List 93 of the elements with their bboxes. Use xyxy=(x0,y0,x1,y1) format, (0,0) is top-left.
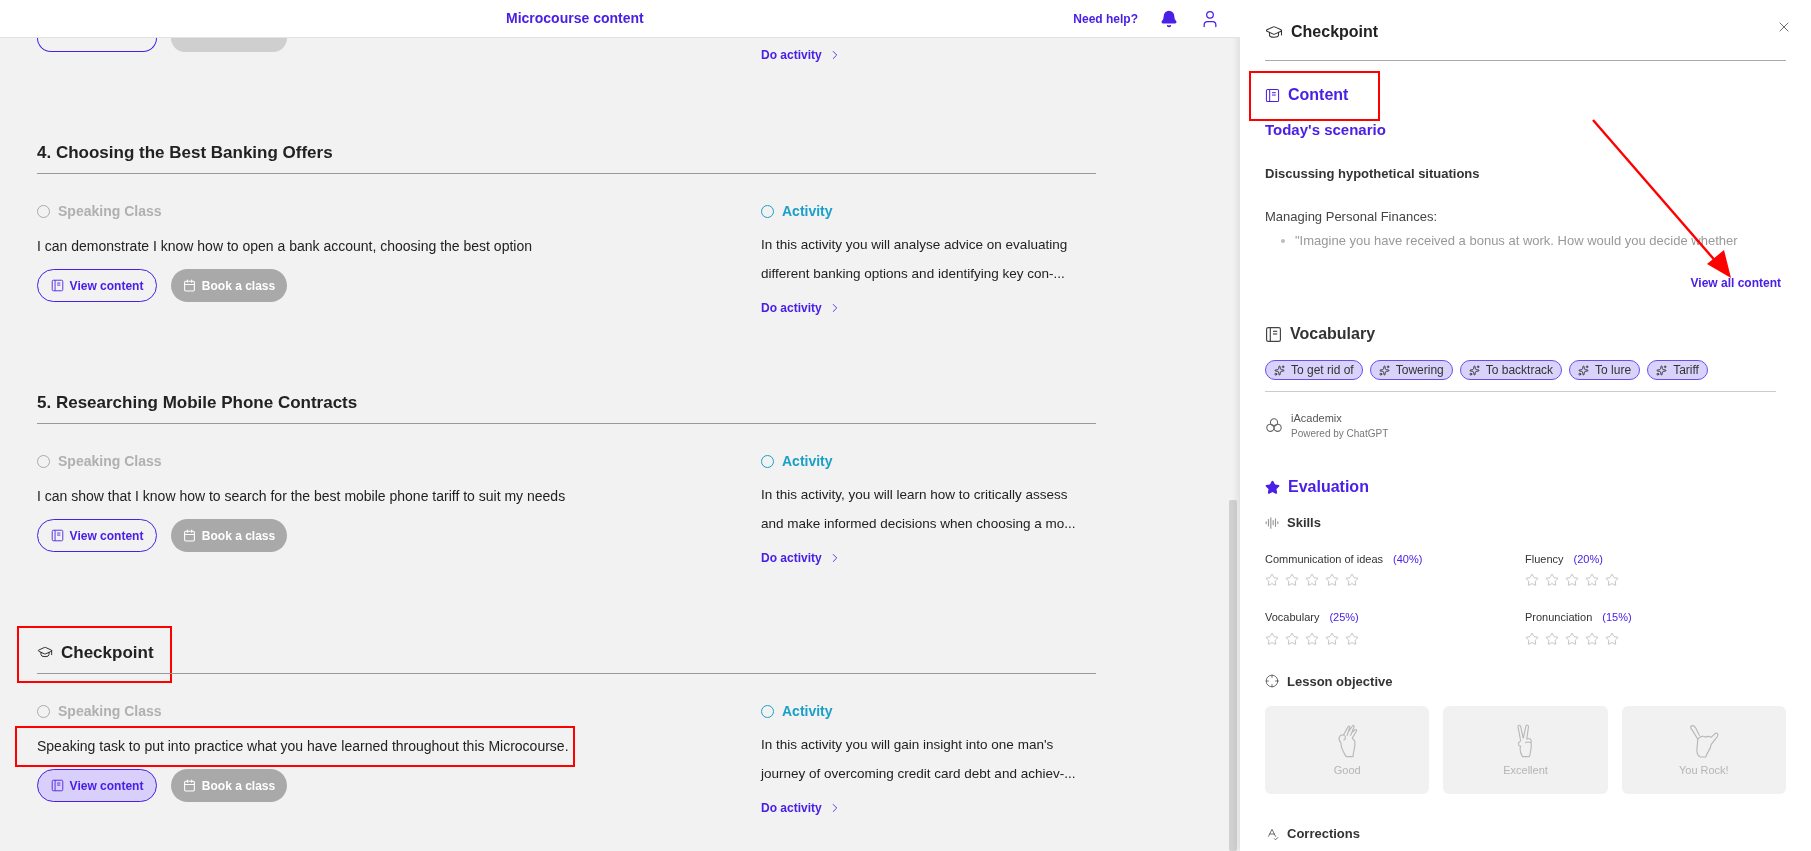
star-icon xyxy=(1585,573,1599,587)
book-class-button[interactable] xyxy=(171,38,287,52)
star-icon xyxy=(1325,573,1339,587)
corrections-heading: Corrections xyxy=(1287,825,1360,843)
sparkles-icon xyxy=(1656,364,1668,376)
activity-label: Activity xyxy=(782,451,833,471)
star-icon xyxy=(1345,631,1359,646)
star-icon xyxy=(1305,573,1319,587)
do-activity-link[interactable]: Do activity xyxy=(761,799,1101,817)
skill-name: Vocabulary xyxy=(1265,610,1320,625)
star-icon xyxy=(1525,631,1539,646)
activity-description-line: journey of overcoming credit card debt and achiev-... xyxy=(761,765,1077,783)
notebook-icon xyxy=(1265,87,1280,103)
skill-weight: (25%) xyxy=(1329,610,1359,625)
star-icon xyxy=(1525,573,1539,587)
vocabulary-chip[interactable]: Towering xyxy=(1369,360,1453,380)
section-title: 5. Researching Mobile Phone Contracts xyxy=(37,391,358,414)
sound-wave-icon xyxy=(1265,515,1279,530)
star-icon xyxy=(1285,573,1299,587)
target-icon xyxy=(1265,674,1279,689)
speaking-description: I can show that I know how to search for the best mobile phone tariff to suit my needs xyxy=(37,486,566,506)
skill-name: Fluency xyxy=(1525,551,1564,567)
do-activity-link[interactable]: Do activity xyxy=(761,299,1101,317)
page-title: Microcourse content xyxy=(506,9,644,28)
skill-name: Communication of ideas xyxy=(1265,551,1383,567)
ai-name: iAcademix xyxy=(1291,411,1343,426)
star-icon xyxy=(1605,631,1619,646)
star-icon xyxy=(1265,631,1279,646)
section-title: 4. Choosing the Best Banking Offers xyxy=(37,141,333,164)
star-icon xyxy=(1305,631,1319,646)
notebook-icon xyxy=(1265,325,1282,343)
star-icon xyxy=(1265,479,1280,495)
content-heading: Content xyxy=(1288,85,1349,105)
do-activity-link[interactable]: Do activity xyxy=(761,549,1101,567)
star-icon xyxy=(1265,573,1279,587)
star-icon xyxy=(1565,573,1579,587)
do-activity-link[interactable]: Do activity xyxy=(761,46,842,64)
section-title: Checkpoint xyxy=(61,641,154,664)
star-icon xyxy=(1285,631,1299,646)
notebook-icon xyxy=(50,279,64,292)
vocabulary-heading: Vocabulary xyxy=(1290,324,1376,344)
scenario-subtitle: Today's scenario xyxy=(1265,120,1386,140)
scrollbar-thumb[interactable] xyxy=(1229,500,1237,851)
objective-heading: Lesson objective xyxy=(1287,672,1393,691)
skill-name: Pronunciation xyxy=(1525,610,1593,625)
activity-description-line: In this activity you will analyse advice on evaluating xyxy=(761,236,1069,254)
activity-label: Activity xyxy=(782,701,833,721)
skill-weight: (40%) xyxy=(1393,551,1423,567)
ai-note: Powered by ChatGPT xyxy=(1291,427,1389,441)
scenario-intro: Managing Personal Finances: xyxy=(1265,208,1438,226)
spell-check-icon xyxy=(1265,826,1279,841)
speaking-description: I can demonstrate I know how to open a bank account, choosing the best option xyxy=(37,236,532,256)
help-link[interactable]: Need help? xyxy=(1073,9,1138,28)
skills-heading: Skills xyxy=(1287,514,1321,532)
view-all-content-link[interactable]: View all content xyxy=(1690,274,1781,292)
vocabulary-chip[interactable]: To backtrack xyxy=(1459,360,1563,380)
graduation-cap-icon xyxy=(1265,23,1283,41)
speaking-class-label: Speaking Class xyxy=(58,701,162,721)
skill-weight: (20%) xyxy=(1573,551,1603,567)
bell-icon[interactable] xyxy=(1160,9,1178,28)
knot-logo-icon xyxy=(1265,417,1283,435)
vocabulary-chip[interactable]: To get rid of xyxy=(1265,360,1363,380)
evaluation-heading: Evaluation xyxy=(1288,477,1369,497)
activity-description-line: and make informed decisions when choosing a mo... xyxy=(761,515,1077,533)
activity-description-line: In this activity, you will learn how to critically assess xyxy=(761,486,1069,504)
sparkles-icon xyxy=(1468,364,1480,376)
star-icon xyxy=(1545,573,1559,587)
speaking-class-label: Speaking Class xyxy=(58,201,162,221)
view-content-button[interactable]: View content xyxy=(37,769,157,802)
speaking-description: Speaking task to put into practice what you have learned throughout this Microcourse. xyxy=(37,736,569,756)
star-icon xyxy=(1605,573,1619,587)
star-icon xyxy=(1565,631,1579,646)
activity-description-line: In this activity you will gain insight into one man's xyxy=(761,736,1055,754)
star-icon xyxy=(1325,631,1339,646)
calendar-icon xyxy=(182,529,196,542)
vocabulary-chip[interactable]: To lure xyxy=(1569,360,1641,380)
vocabulary-chip[interactable]: Tariff xyxy=(1647,360,1708,380)
sparkles-icon xyxy=(1274,364,1285,376)
skill-weight: (15%) xyxy=(1602,610,1632,625)
sparkles-icon xyxy=(1578,364,1590,376)
panel-title: Checkpoint xyxy=(1291,22,1379,42)
scenario-topic: Discussing hypothetical situations xyxy=(1265,164,1481,183)
activity-label: Activity xyxy=(782,201,833,221)
calendar-icon xyxy=(182,779,196,792)
speaking-class-label: Speaking Class xyxy=(58,451,162,471)
star-icon xyxy=(1545,631,1559,646)
activity-description-line: different banking options and identifying key con-... xyxy=(761,265,1066,283)
notebook-icon xyxy=(50,779,64,792)
calendar-icon xyxy=(182,279,196,292)
star-icon xyxy=(1585,631,1599,646)
notebook-icon xyxy=(50,529,64,542)
star-icon xyxy=(1345,573,1359,587)
sparkles-icon xyxy=(1378,364,1390,376)
